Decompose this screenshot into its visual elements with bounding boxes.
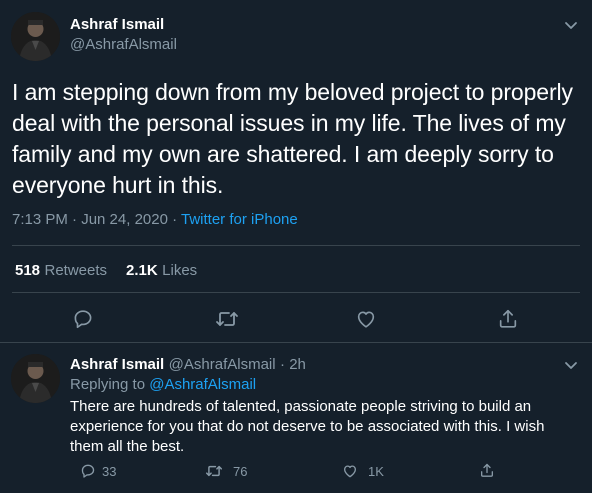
likes-stat[interactable]: 2.1K Likes: [126, 262, 197, 280]
reply-like-count: 1K: [368, 463, 384, 479]
tweet-text: I am stepping down from my beloved proje…: [12, 79, 573, 198]
share-icon[interactable]: [479, 462, 495, 479]
like-icon[interactable]: [355, 308, 377, 330]
more-options-chevron-icon[interactable]: [564, 18, 578, 36]
tweet-source-link[interactable]: Twitter for iPhone: [181, 211, 298, 228]
replying-to-mention[interactable]: @AshrafAlsmail: [149, 376, 256, 393]
reply-author-avatar[interactable]: [11, 354, 60, 403]
like-icon[interactable]: [342, 463, 358, 479]
likes-label: Likes: [162, 262, 198, 279]
reply-header: Ashraf Ismail @AshrafAlsmail · 2h: [70, 356, 306, 374]
divider: [0, 342, 592, 343]
author-avatar[interactable]: [11, 12, 60, 61]
reply-reply-count: 33: [102, 463, 117, 479]
reply-retweet-action[interactable]: 76: [205, 463, 247, 479]
replying-to-prefix: Replying to: [70, 376, 150, 393]
reply-author-handle[interactable]: @AshrafAlsmail: [169, 356, 276, 373]
divider: [12, 245, 580, 246]
reply-more-options-chevron-icon[interactable]: [564, 358, 578, 376]
replying-to: Replying to @AshrafAlsmail: [70, 376, 256, 393]
author-name[interactable]: Ashraf Ismail: [70, 16, 164, 33]
likes-count: 2.1K: [126, 262, 158, 279]
reply-icon[interactable]: [80, 463, 96, 479]
reply-text: There are hundreds of talented, passiona…: [70, 398, 545, 455]
reply-timestamp[interactable]: · 2h: [280, 356, 306, 373]
reply-retweet-count: 76: [233, 463, 248, 479]
reply-reply-action[interactable]: 33: [80, 463, 116, 479]
reply-like-action[interactable]: 1K: [342, 463, 384, 479]
retweet-icon[interactable]: [205, 463, 223, 479]
divider: [12, 292, 580, 293]
tweet-timestamp[interactable]: 7:13 PM · Jun 24, 2020 ·: [12, 211, 181, 228]
retweets-count: 518: [15, 262, 41, 279]
retweets-stat[interactable]: 518 Retweets: [15, 262, 107, 280]
share-icon[interactable]: [497, 308, 519, 330]
retweet-icon[interactable]: [215, 308, 239, 330]
author-handle[interactable]: @AshrafAlsmail: [70, 36, 177, 53]
tweet-meta: 7:13 PM · Jun 24, 2020 · Twitter for iPh…: [12, 211, 298, 228]
reply-icon[interactable]: [72, 308, 94, 330]
retweets-label: Retweets: [44, 262, 108, 279]
reply-author-name[interactable]: Ashraf Ismail: [70, 356, 164, 373]
